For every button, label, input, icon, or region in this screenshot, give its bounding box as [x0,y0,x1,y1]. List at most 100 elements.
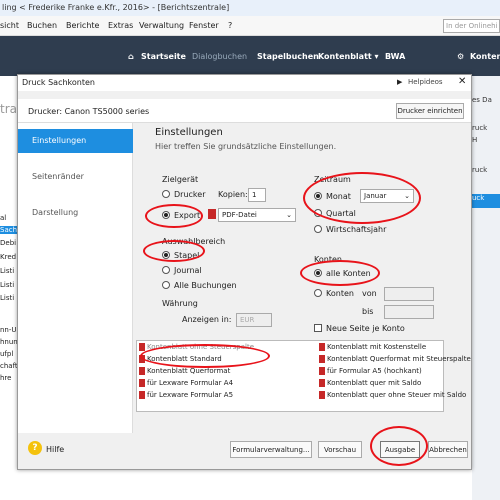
pdf-icon [208,209,216,219]
ziel-label: Zielgerät [162,175,199,184]
format-select[interactable]: PDF-Datei ⌄ [218,208,296,222]
toolbar-home[interactable]: Startseite [141,52,186,61]
printer-row: Drucker: Canon TS5000 series Drucker ein… [18,99,471,123]
bg-text: es Da [472,96,492,104]
video-icon[interactable]: ▶ [397,78,402,86]
formularverwaltung-button[interactable]: Formularverwaltung... [230,441,312,458]
bg-text: Kred [0,253,17,261]
highlight-export [145,204,203,228]
printer-name: Drucker: Canon TS5000 series [28,107,150,116]
bis-input[interactable] [384,305,434,319]
toolbar-dialog[interactable]: Dialogbuchen [192,52,247,61]
waehrung-label: Währung [162,299,198,308]
form-item[interactable]: Kontenblatt mit Kostenstelle [319,343,426,351]
von-input[interactable] [384,287,434,301]
menu-buchen[interactable]: Buchen [27,21,57,30]
anzeigen-label: Anzeigen in: [182,315,232,324]
form-item-label: Kontenblatt mit Kostenstelle [327,343,427,351]
section-heading: Einstellungen [155,127,223,138]
kopien-label: Kopien: [218,190,248,199]
neue-seite-label: Neue Seite je Konto [326,324,405,333]
form-item-label: Kontenblatt quer mit Saldo [327,379,422,387]
form-item[interactable]: für Lexware Formular A5 [139,391,233,399]
pdf-icon [139,343,145,351]
drucker-radio[interactable] [162,190,170,198]
journal-label: Journal [174,266,202,275]
form-item[interactable]: für Lexware Formular A4 [139,379,233,387]
pdf-icon [319,379,325,387]
bg-text: ufpl [0,350,14,358]
abbrechen-button[interactable]: Abbrechen [428,441,468,458]
chevron-down-icon: ⌄ [286,211,292,219]
bg-text: ruck [472,166,488,174]
help-icon[interactable]: ? [28,441,42,455]
form-item-label: für Lexware Formular A4 [147,379,234,387]
nav-seitenraender[interactable]: Seitenränder [18,165,133,189]
form-item-label: Kontenblatt Querformat mit Steuerspalte [327,355,471,363]
background-right-panel: es Da ruck H ruck uck [472,76,500,500]
bg-text: tra [0,102,17,116]
format-value: PDF-Datei [222,211,257,219]
bg-text: uck [472,194,500,208]
wirtschaftsjahr-label: Wirtschaftsjahr [326,225,387,234]
close-icon[interactable]: ✕ [458,76,466,87]
highlight-stapel [143,240,205,262]
gear-icon[interactable]: ⚙ [457,52,464,61]
nav-darstellung[interactable]: Darstellung [18,201,133,225]
toolbar-right[interactable]: Konten [470,52,500,61]
vorschau-button[interactable]: Vorschau [318,441,362,458]
neue-seite-checkbox[interactable] [314,324,322,332]
settings-nav: Einstellungen Seitenränder Darstellung [18,123,133,433]
bg-text: H [472,136,478,144]
form-item-label: für Lexware Formular A5 [147,391,234,399]
pdf-icon [139,391,145,399]
toolbar-konten[interactable]: Kontenblatt ▾ [318,52,379,61]
menu-help[interactable]: ? [228,21,232,30]
journal-radio[interactable] [162,266,170,274]
home-icon[interactable]: ⌂ [128,52,134,61]
pdf-icon [139,367,145,375]
von-label: von [362,289,377,298]
waehrung-select[interactable]: EUR [236,313,272,327]
hilfe-link[interactable]: Hilfe [46,445,64,454]
form-item-label: Kontenblatt Querformat [147,367,231,375]
form-item[interactable]: Kontenblatt quer ohne Steuer mit Saldo [319,391,466,399]
bg-text: Listi [0,281,15,289]
konten-radio-label: Konten [326,289,354,298]
form-item[interactable]: Kontenblatt Querformat mit Steuerspalte [319,355,471,363]
bg-text: al [0,214,7,222]
bg-text: Listi [0,267,15,275]
wirtschaftsjahr-radio[interactable] [314,225,322,233]
menu-extras[interactable]: Extras [108,21,133,30]
help-search-input[interactable]: In der Onlinehi [443,19,500,33]
form-item[interactable]: Kontenblatt Querformat [139,367,230,375]
konten-radio[interactable] [314,289,322,297]
bis-label: bis [362,307,374,316]
section-subheading: Hier treffen Sie grundsätzliche Einstell… [155,142,337,151]
alle-buchungen-label: Alle Buchungen [174,281,237,290]
printer-setup-button[interactable]: Drucker einrichten [396,103,464,119]
menu-verwaltung[interactable]: Verwaltung [139,21,184,30]
form-item[interactable]: für Formular A5 (hochkant) [319,367,422,375]
toolbar-bwa[interactable]: BWA [385,52,405,61]
nav-einstellungen[interactable]: Einstellungen [18,129,133,153]
toolbar-stapel[interactable]: Stapelbuchen [257,52,319,61]
dialog-title: Druck Sachkonten [22,78,95,87]
main-toolbar: ⌂ Startseite Dialogbuchen Stapelbuchen K… [0,36,500,76]
bg-text: hre [0,374,12,382]
help-videos-link[interactable]: Helpideos [408,78,443,86]
highlight-alle-konten [300,260,380,286]
form-item-label: für Formular A5 (hochkant) [327,367,422,375]
window-title: ling < Frederike Franke e.Kfr., 2016> - … [2,3,230,12]
form-item[interactable]: Kontenblatt quer mit Saldo [319,379,421,387]
bg-text: ruck [472,124,488,132]
menu-fenster[interactable]: Fenster [189,21,219,30]
menu-ansicht[interactable]: sicht [0,21,19,30]
pdf-icon [319,343,325,351]
highlight-ausgabe [370,426,428,466]
alle-buchungen-radio[interactable] [162,281,170,289]
kopien-input[interactable]: 1 [248,188,266,202]
highlight-kontenblatt-standard [140,344,270,368]
highlight-monat [303,172,421,224]
menu-berichte[interactable]: Berichte [66,21,99,30]
